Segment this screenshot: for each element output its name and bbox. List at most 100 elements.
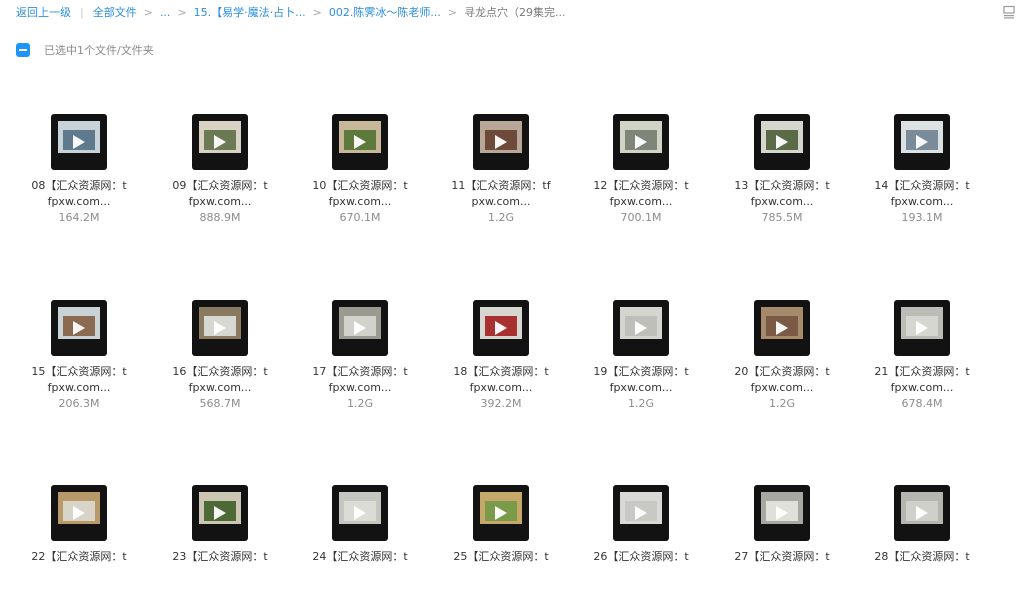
file-item[interactable]: 28【汇众资源网：t [852,485,992,595]
play-icon [776,321,788,335]
file-item[interactable]: 20【汇众资源网：t fpxw.com... 1.2G [712,300,852,410]
video-thumbnail[interactable] [332,300,388,356]
video-thumbnail[interactable] [754,114,810,170]
video-thumbnail[interactable] [332,114,388,170]
play-icon [635,135,647,149]
file-name[interactable]: 16【汇众资源网：t fpxw.com... [150,364,290,396]
file-item[interactable]: 25【汇众资源网：t [431,485,571,595]
file-name-line1: 20【汇众资源网：t [734,365,830,378]
file-item[interactable]: 18【汇众资源网：t fpxw.com... 392.2M [431,300,571,410]
video-thumbnail[interactable] [473,485,529,541]
file-name[interactable]: 22【汇众资源网：t [9,549,149,565]
file-name[interactable]: 15【汇众资源网：t fpxw.com... [9,364,149,396]
file-name-line1: 22【汇众资源网：t [31,550,127,563]
file-item[interactable]: 26【汇众资源网：t [571,485,711,595]
file-item[interactable]: 08【汇众资源网：t fpxw.com... 164.2M [9,114,149,224]
video-thumbnail[interactable] [51,114,107,170]
file-size: 1.2G [346,397,374,410]
file-name[interactable]: 08【汇众资源网：t fpxw.com... [9,178,149,210]
file-name[interactable]: 24【汇众资源网：t [290,549,430,565]
video-thumbnail[interactable] [51,300,107,356]
play-icon [73,321,85,335]
file-item[interactable]: 14【汇众资源网：t fpxw.com... 193.1M [852,114,992,224]
file-name-line2: fpxw.com... [328,381,392,394]
file-size: 785.5M [761,211,803,224]
play-icon [354,135,366,149]
file-item[interactable]: 10【汇众资源网：t fpxw.com... 670.1M [290,114,430,224]
file-grid: 08【汇众资源网：t fpxw.com... 164.2M 09【汇众资源网：t fpx… [0,0,1024,563]
file-name[interactable]: 28【汇众资源网：t [852,549,992,565]
file-name-line1: 15【汇众资源网：t [31,365,127,378]
file-name[interactable]: 10【汇众资源网：t fpxw.com... [290,178,430,210]
file-name-line2: fpxw.com... [328,195,392,208]
play-icon [495,135,507,149]
file-item[interactable]: 16【汇众资源网：t fpxw.com... 568.7M [150,300,290,410]
file-item[interactable]: 23【汇众资源网：t [150,485,290,595]
play-icon [495,321,507,335]
video-thumbnail[interactable] [332,485,388,541]
file-size: 670.1M [339,211,381,224]
file-item[interactable]: 13【汇众资源网：t fpxw.com... 785.5M [712,114,852,224]
play-icon [214,321,226,335]
file-name[interactable]: 21【汇众资源网：t fpxw.com... [852,364,992,396]
file-size: 888.9M [199,211,241,224]
file-item[interactable]: 11【汇众资源网：tf pxw.com... 1.2G [431,114,571,224]
file-name[interactable]: 11【汇众资源网：tf pxw.com... [431,178,571,210]
file-name-line1: 12【汇众资源网：t [593,179,689,192]
file-name[interactable]: 27【汇众资源网：t [712,549,852,565]
file-item[interactable]: 15【汇众资源网：t fpxw.com... 206.3M [9,300,149,410]
video-thumbnail[interactable] [473,114,529,170]
video-thumbnail[interactable] [192,114,248,170]
file-item[interactable]: 22【汇众资源网：t [9,485,149,595]
file-name-line1: 11【汇众资源网：tf [451,179,551,192]
play-icon [635,321,647,335]
video-thumbnail[interactable] [613,300,669,356]
file-item[interactable]: 09【汇众资源网：t fpxw.com... 888.9M [150,114,290,224]
file-name-line2: fpxw.com... [750,195,814,208]
file-name[interactable]: 12【汇众资源网：t fpxw.com... [571,178,711,210]
video-thumbnail[interactable] [754,485,810,541]
video-thumbnail[interactable] [894,114,950,170]
file-name[interactable]: 13【汇众资源网：t fpxw.com... [712,178,852,210]
file-name[interactable]: 20【汇众资源网：t fpxw.com... [712,364,852,396]
file-name-line1: 28【汇众资源网：t [874,550,970,563]
file-name-line1: 23【汇众资源网：t [172,550,268,563]
video-thumbnail[interactable] [192,485,248,541]
file-name[interactable]: 25【汇众资源网：t [431,549,571,565]
video-thumbnail[interactable] [894,485,950,541]
file-name[interactable]: 14【汇众资源网：t fpxw.com... [852,178,992,210]
file-name-line1: 17【汇众资源网：t [312,365,408,378]
file-item[interactable]: 27【汇众资源网：t [712,485,852,595]
file-name-line1: 14【汇众资源网：t [874,179,970,192]
play-icon [354,506,366,520]
file-name[interactable]: 18【汇众资源网：t fpxw.com... [431,364,571,396]
file-name-line1: 25【汇众资源网：t [453,550,549,563]
play-icon [916,321,928,335]
file-name-line1: 24【汇众资源网：t [312,550,408,563]
file-name-line2: fpxw.com... [47,381,111,394]
file-name[interactable]: 23【汇众资源网：t [150,549,290,565]
video-thumbnail[interactable] [51,485,107,541]
video-thumbnail[interactable] [473,300,529,356]
file-name[interactable]: 19【汇众资源网：t fpxw.com... [571,364,711,396]
file-size: 392.2M [480,397,522,410]
video-thumbnail[interactable] [613,485,669,541]
video-thumbnail[interactable] [613,114,669,170]
file-name[interactable]: 09【汇众资源网：t fpxw.com... [150,178,290,210]
file-name[interactable]: 17【汇众资源网：t fpxw.com... [290,364,430,396]
file-name[interactable]: 26【汇众资源网：t [571,549,711,565]
file-item[interactable]: 21【汇众资源网：t fpxw.com... 678.4M [852,300,992,410]
file-size: 164.2M [58,211,100,224]
file-item[interactable]: 17【汇众资源网：t fpxw.com... 1.2G [290,300,430,410]
file-size: 206.3M [58,397,100,410]
file-item[interactable]: 12【汇众资源网：t fpxw.com... 700.1M [571,114,711,224]
play-icon [916,135,928,149]
video-thumbnail[interactable] [894,300,950,356]
file-item[interactable]: 19【汇众资源网：t fpxw.com... 1.2G [571,300,711,410]
file-name-line1: 26【汇众资源网：t [593,550,689,563]
file-item[interactable]: 24【汇众资源网：t [290,485,430,595]
video-thumbnail[interactable] [192,300,248,356]
play-icon [916,506,928,520]
video-thumbnail[interactable] [754,300,810,356]
play-icon [354,321,366,335]
